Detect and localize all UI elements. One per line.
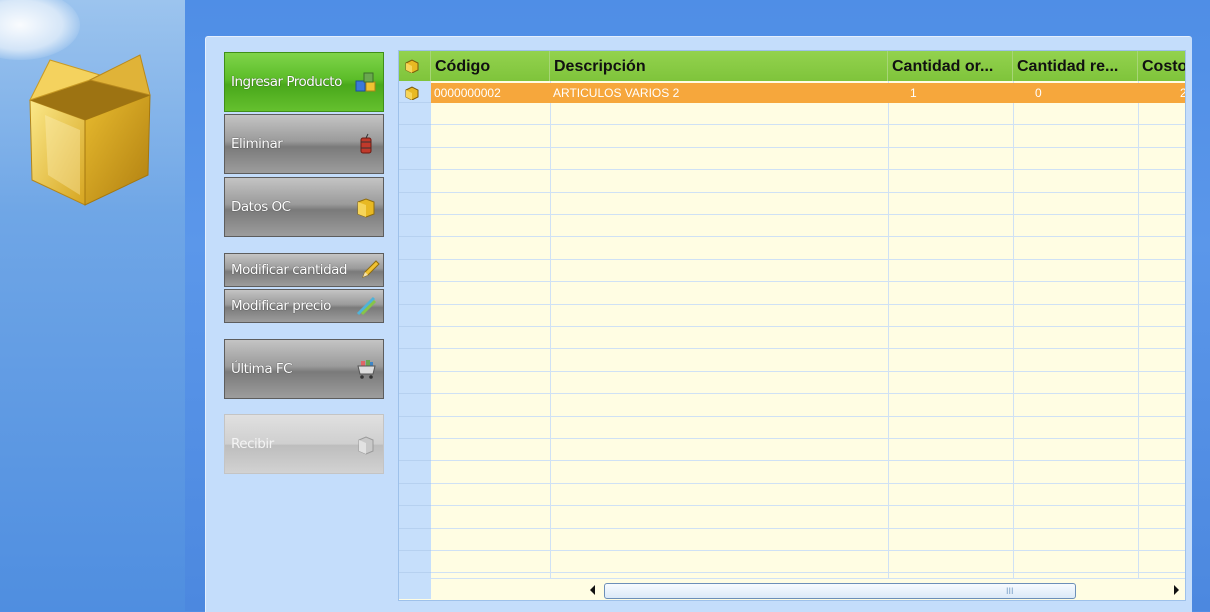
row-header-cell[interactable] bbox=[399, 507, 431, 529]
column-divider bbox=[888, 81, 889, 579]
modificar-precio-label: Modificar precio bbox=[231, 298, 331, 314]
cell-descripcion: ARTICULOS VARIOS 2 bbox=[553, 86, 680, 100]
box-icon bbox=[405, 59, 419, 73]
dynamite-icon bbox=[360, 133, 372, 154]
table-row[interactable] bbox=[431, 305, 1185, 327]
recibir-button[interactable]: Recibir bbox=[224, 414, 384, 474]
row-header-cell[interactable] bbox=[399, 395, 431, 417]
row-header-cell[interactable] bbox=[399, 283, 431, 305]
column-divider bbox=[550, 81, 551, 579]
ingresar-producto-button[interactable]: Ingresar Producto bbox=[224, 52, 384, 112]
row-header-cell[interactable] bbox=[399, 484, 431, 506]
modificar-precio-button[interactable]: Modificar precio bbox=[224, 289, 384, 323]
row-header-cell[interactable] bbox=[399, 171, 431, 193]
scrollbar-thumb[interactable]: III bbox=[604, 583, 1076, 599]
ultima-fc-button[interactable]: Última FC bbox=[224, 339, 384, 399]
recibir-label: Recibir bbox=[231, 436, 274, 452]
row-header-cell[interactable] bbox=[399, 462, 431, 484]
row-header-cell[interactable] bbox=[399, 305, 431, 327]
eliminar-label: Eliminar bbox=[231, 136, 283, 152]
row-header-cell[interactable] bbox=[399, 238, 431, 260]
table-row[interactable] bbox=[431, 103, 1185, 125]
shopping-cart-icon bbox=[357, 360, 376, 379]
modificar-cantidad-button[interactable]: Modificar cantidad bbox=[224, 253, 384, 287]
row-header-cell[interactable] bbox=[399, 126, 431, 148]
column-divider bbox=[1013, 81, 1014, 579]
table-row[interactable] bbox=[431, 126, 1185, 148]
table-row[interactable] bbox=[431, 484, 1185, 506]
blocks-icon bbox=[355, 72, 376, 92]
scroll-right-arrow-icon[interactable] bbox=[1174, 585, 1179, 595]
receive-box-icon bbox=[358, 436, 374, 455]
cell-codigo: 0000000002 bbox=[434, 86, 501, 100]
pencil-icon bbox=[362, 260, 380, 278]
row-header-cell[interactable] bbox=[399, 260, 431, 282]
grid-header: Código Descripción Cantidad or... Cantid… bbox=[399, 51, 1185, 81]
box-logo-icon bbox=[29, 54, 151, 206]
table-row[interactable] bbox=[431, 148, 1185, 170]
table-row[interactable] bbox=[431, 171, 1185, 193]
cell-cantidad-ordenada: 1 bbox=[910, 86, 917, 100]
row-header-cell[interactable] bbox=[399, 193, 431, 215]
col-header-descripcion[interactable]: Descripción bbox=[550, 51, 888, 81]
row-header-cell[interactable] bbox=[399, 215, 431, 237]
col-header-cantidad-ordenada[interactable]: Cantidad or... bbox=[888, 51, 1013, 81]
col-header-cantidad-recibida[interactable]: Cantidad re... bbox=[1013, 51, 1138, 81]
side-panel bbox=[0, 0, 185, 611]
cell-costo: 20 bbox=[1138, 83, 1185, 103]
row-header-cell[interactable] bbox=[399, 327, 431, 349]
products-grid[interactable]: Código Descripción Cantidad or... Cantid… bbox=[398, 50, 1186, 601]
table-row[interactable] bbox=[431, 529, 1185, 551]
datos-oc-button[interactable]: Datos OC bbox=[224, 177, 384, 237]
box-icon bbox=[357, 198, 375, 218]
col-header-codigo[interactable]: Código bbox=[431, 51, 550, 81]
table-row[interactable] bbox=[431, 327, 1185, 349]
pencils-icon bbox=[356, 296, 377, 316]
row-header-cell[interactable] bbox=[399, 148, 431, 170]
ultima-fc-label: Última FC bbox=[231, 361, 293, 377]
table-row[interactable] bbox=[431, 193, 1185, 215]
table-row[interactable] bbox=[431, 417, 1185, 439]
row-header-cell[interactable] bbox=[399, 372, 431, 394]
table-row[interactable] bbox=[431, 439, 1185, 461]
table-row[interactable] bbox=[431, 462, 1185, 484]
table-row[interactable] bbox=[431, 238, 1185, 260]
modificar-cantidad-label: Modificar cantidad bbox=[231, 262, 347, 278]
column-divider bbox=[1138, 81, 1139, 579]
table-row-selected[interactable]: 0000000002 ARTICULOS VARIOS 2 1 0 20 bbox=[431, 83, 1185, 103]
row-header-cell[interactable] bbox=[399, 103, 431, 125]
scroll-grip: III bbox=[1006, 586, 1014, 596]
row-header-cell[interactable] bbox=[399, 529, 431, 551]
eliminar-button[interactable]: Eliminar bbox=[224, 114, 384, 174]
row-header-cell[interactable] bbox=[399, 551, 431, 573]
table-row[interactable] bbox=[431, 350, 1185, 372]
datos-oc-label: Datos OC bbox=[231, 199, 291, 215]
table-row[interactable] bbox=[431, 215, 1185, 237]
row-header-cell[interactable] bbox=[399, 417, 431, 439]
table-row[interactable] bbox=[431, 260, 1185, 282]
table-row[interactable] bbox=[431, 283, 1185, 305]
row-box-icon bbox=[405, 86, 419, 100]
table-row[interactable] bbox=[431, 507, 1185, 529]
scroll-left-arrow-icon[interactable] bbox=[590, 585, 595, 595]
col-header-costo[interactable]: Costo bbox=[1138, 51, 1185, 81]
header-corner bbox=[399, 51, 431, 81]
table-row[interactable] bbox=[431, 551, 1185, 573]
horizontal-scrollbar[interactable]: III bbox=[431, 578, 1185, 600]
row-header-cell[interactable] bbox=[399, 350, 431, 372]
ingresar-producto-label: Ingresar Producto bbox=[231, 74, 342, 90]
table-row[interactable] bbox=[431, 395, 1185, 417]
cell-cantidad-recibida: 0 bbox=[1035, 86, 1042, 100]
row-header-cell[interactable] bbox=[399, 439, 431, 461]
table-row[interactable] bbox=[431, 372, 1185, 394]
